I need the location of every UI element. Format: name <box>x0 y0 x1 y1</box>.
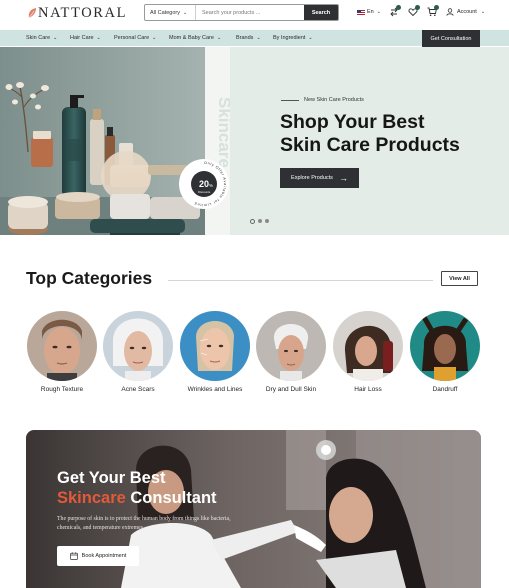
cart-button[interactable] <box>427 5 439 17</box>
book-appointment-button[interactable]: Book Appointment <box>57 546 139 566</box>
nav-item-label: Brands <box>236 35 254 41</box>
search-button[interactable]: Search <box>304 5 338 20</box>
category-acne-scars[interactable]: Acne Scars <box>98 311 178 393</box>
chevron-down-icon: ⌄ <box>256 35 261 41</box>
carousel-dot-3[interactable] <box>265 219 269 223</box>
site-header: NATTORAL All Category ⌄ Search En ⌄ <box>0 0 509 30</box>
nav-item-hair-care[interactable]: Hair Care ⌄ <box>70 30 101 46</box>
book-appointment-label: Book Appointment <box>81 553 127 559</box>
chevron-down-icon: ⌄ <box>480 9 486 15</box>
chevron-down-icon: ⌄ <box>376 9 381 15</box>
hero-title-line1: Shop Your Best <box>280 111 425 133</box>
explore-products-label: Explore Products <box>291 175 333 181</box>
logo-text: NATTORAL <box>38 4 128 21</box>
section-divider <box>168 280 433 281</box>
nav-item-label: By Ingredient <box>273 35 306 41</box>
site-logo[interactable]: NATTORAL <box>27 5 127 21</box>
eyebrow-line <box>281 99 299 101</box>
language-select[interactable]: En ⌄ <box>357 9 381 15</box>
nav-item-label: Mom & Baby Care <box>169 35 214 41</box>
category-hair-loss[interactable]: Hair Loss <box>328 311 408 393</box>
account-label: Account <box>456 9 477 15</box>
wishlist-badge <box>414 5 420 10</box>
offer-unit: % <box>209 183 213 188</box>
hero-product-image: Skincare 20 % Discounts Only Offer Avail… <box>0 47 230 235</box>
hero-eyebrow-text: New Skin Care Products <box>304 97 364 103</box>
category-image <box>27 311 97 381</box>
carousel-dot-1[interactable] <box>250 218 255 224</box>
banner-title-line2: Skincare Consultant <box>57 489 217 508</box>
search-input[interactable] <box>196 5 304 20</box>
carousel-dot-2[interactable] <box>258 219 262 223</box>
category-dry-dull-skin[interactable]: Dry and Dull Skin <box>251 311 331 393</box>
compare-badge <box>395 5 401 10</box>
nav-item-by-ingredient[interactable]: By Ingredient ⌄ <box>273 30 313 46</box>
nav-item-label: Hair Care <box>70 35 94 41</box>
explore-products-button[interactable]: Explore Products → <box>280 168 359 188</box>
nav-item-brands[interactable]: Brands ⌄ <box>236 30 261 46</box>
user-icon <box>446 8 454 16</box>
chevron-down-icon: ⌄ <box>152 35 157 41</box>
category-label: Dry and Dull Skin <box>265 386 317 393</box>
nav-item-mom-baby-care[interactable]: Mom & Baby Care ⌄ <box>169 30 221 46</box>
category-image <box>256 311 326 381</box>
category-image <box>333 311 403 381</box>
hero-eyebrow: New Skin Care Products <box>281 97 364 103</box>
nav-item-label: Skin Care <box>26 35 51 41</box>
banner-title-line1: Get Your Best <box>57 469 166 487</box>
get-consultation-button[interactable]: Get Consultation <box>422 30 480 47</box>
hero-banner: Skincare 20 % Discounts Only Offer Avail… <box>0 47 509 235</box>
hero-title-line2: Skin Care Products <box>280 134 460 156</box>
hero-title: Shop Your Best Skin Care Products <box>280 111 500 157</box>
nav-item-skin-care[interactable]: Skin Care ⌄ <box>26 30 57 46</box>
category-label: Wrinkles and Lines <box>187 386 243 393</box>
chevron-down-icon: ⌄ <box>53 35 58 41</box>
search-category-select[interactable]: All Category ⌄ <box>145 5 196 20</box>
chevron-down-icon: ⌄ <box>216 35 222 41</box>
section-title: Top Categories <box>26 268 153 288</box>
category-image <box>180 311 250 381</box>
category-dandruff[interactable]: Dandruff <box>405 311 485 393</box>
account-menu[interactable]: Account ⌄ <box>446 8 485 16</box>
chevron-down-icon: ⌄ <box>182 9 188 16</box>
category-rough-texture[interactable]: Rough Texture <box>22 311 102 393</box>
nav-item-personal-care[interactable]: Personal Care ⌄ <box>114 30 156 46</box>
cart-badge <box>433 5 439 10</box>
header-actions: En ⌄ Account ⌄ <box>357 5 485 18</box>
view-all-button[interactable]: View All <box>441 271 478 286</box>
category-label: Acne Scars <box>121 386 155 393</box>
language-label: En <box>367 9 374 15</box>
hero-vertical-text: Skincare <box>215 97 230 168</box>
calendar-icon <box>69 552 78 560</box>
nav-item-label: Personal Care <box>114 35 150 41</box>
offer-sub: Discounts <box>198 190 211 194</box>
search-category-label: All Category <box>150 9 180 16</box>
category-wrinkles-lines[interactable]: Wrinkles and Lines <box>175 311 255 393</box>
category-label: Hair Loss <box>354 386 382 393</box>
banner-title-rest: Consultant <box>125 489 217 507</box>
search-bar: All Category ⌄ Search <box>144 4 339 21</box>
leaf-icon <box>28 8 36 19</box>
category-label: Rough Texture <box>40 386 84 393</box>
category-label: Dandruff <box>432 386 458 393</box>
banner-description: The purpose of skin is to protect the hu… <box>57 516 231 531</box>
consultant-banner: Get Your Best Skincare Consultant The pu… <box>26 430 481 588</box>
banner-title-accent: Skincare <box>57 489 126 507</box>
wishlist-button[interactable] <box>408 5 420 17</box>
carousel-dots <box>250 218 269 224</box>
category-image <box>103 311 173 381</box>
compare-button[interactable] <box>389 5 401 17</box>
chevron-down-icon: ⌄ <box>96 35 101 41</box>
offer-percent: 20 <box>199 179 209 189</box>
arrow-right-icon: → <box>338 172 348 183</box>
category-image <box>410 311 480 381</box>
chevron-down-icon: ⌄ <box>308 35 313 41</box>
flag-icon <box>357 9 365 15</box>
